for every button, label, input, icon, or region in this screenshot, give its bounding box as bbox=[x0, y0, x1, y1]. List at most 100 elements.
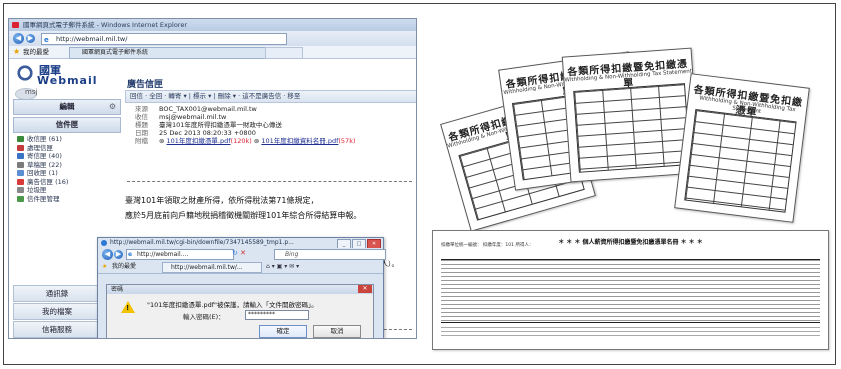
folder-icon bbox=[17, 144, 24, 151]
popup-title-bar: http://webmail.mil.tw/cgi-bin/downfile/7… bbox=[98, 238, 383, 248]
popup-window: http://webmail.mil.tw/cgi-bin/downfile/7… bbox=[97, 237, 386, 338]
popup-tab-label: http://webmail.mil.tw/... bbox=[171, 264, 243, 271]
form-grid bbox=[573, 83, 691, 173]
sheet-footer bbox=[441, 327, 820, 339]
favorites-star-icon[interactable]: ★ bbox=[102, 261, 107, 273]
folder-label: 信件匣管理 bbox=[27, 194, 60, 203]
bottom-nav: 通訊錄我的檔案信箱服務個人設定 bbox=[13, 285, 101, 338]
stop-icon[interactable]: ✕ bbox=[240, 249, 246, 257]
from-value[interactable]: BOC_TAX001@webmail.mil.tw bbox=[159, 105, 257, 113]
attachment-size-2: (57k) bbox=[338, 137, 356, 145]
folder-label: 草稿匣 (22) bbox=[27, 160, 62, 169]
settings-icon[interactable]: ⚙ bbox=[109, 100, 116, 114]
attachment-label: 附檔 bbox=[135, 137, 148, 145]
back-icon[interactable]: ◀ bbox=[102, 249, 113, 260]
message-toolbar[interactable]: 回信 · 全回 · 轉寄 ▾ | 標示 ▾ | 刪除 ▾ · 這不是廣告信 · … bbox=[125, 90, 416, 103]
forward-icon[interactable]: ▶ bbox=[26, 34, 35, 43]
attachment-size-1: (120k) bbox=[230, 137, 252, 145]
ie-page-icon: e bbox=[128, 251, 133, 258]
folder-header[interactable]: 信件匣 bbox=[13, 117, 121, 133]
toolbar-actions[interactable]: 回信 · 全回 · 轉寄 ▾ | 標示 ▾ | 刪除 ▾ · 這不是廣告信 · … bbox=[130, 92, 300, 100]
back-icon[interactable]: ◀ bbox=[13, 33, 24, 44]
withholding-register-sheet: ＊ ＊ ＊ 個人薪資所得扣繳暨免扣繳憑單名冊 ＊ ＊ ＊ 扣繳單位統一編號： 扣… bbox=[432, 230, 829, 350]
folder-icon bbox=[17, 170, 24, 176]
logo-en-text: Webmail bbox=[37, 74, 98, 87]
folder-header-label: 信件匣 bbox=[55, 120, 79, 129]
folder-item[interactable]: 垃圾匣 bbox=[13, 186, 121, 195]
close-icon[interactable]: ✕ bbox=[367, 239, 381, 248]
password-dialog: 密碼 ✕ ! "101年度扣繳憑單.pdf"被保護，請輸入「文件開啟密碼」。 輸… bbox=[106, 284, 374, 338]
folder-item[interactable]: 草稿匣 (22) bbox=[13, 161, 121, 170]
user-name: msj bbox=[25, 88, 38, 96]
ie-nav-bar: ◀ ▶ e http://webmail.mil.tw/ bbox=[9, 31, 416, 46]
favorites-star-icon[interactable]: ★ bbox=[13, 46, 20, 58]
subject-value: 臺灣101年度所得扣繳憑單一財政中心傳送 bbox=[159, 121, 282, 129]
folder-item[interactable]: 回收匣 (1) bbox=[13, 169, 121, 178]
sheet-meta: 扣繳單位統一編號： 扣繳年度：101 所得人： bbox=[441, 243, 534, 248]
popup-address-bar[interactable]: e http://webmail.... bbox=[126, 249, 234, 260]
from-label: 來源 bbox=[135, 105, 148, 113]
favorites-label[interactable]: 我的最愛 bbox=[23, 46, 49, 58]
folder-title: 廣告信匣 bbox=[127, 80, 164, 90]
folder-label: 回收匣 (1) bbox=[27, 169, 58, 177]
sidebar-edit-label: 編輯 bbox=[59, 102, 75, 111]
folder-icon bbox=[17, 187, 24, 193]
sidebar: 編輯 ⚙ 信件匣 收信匣 (61) 處理信匣 寄信匣 (40) 草稿匣 (22) 回收匣… bbox=[13, 99, 121, 203]
search-input[interactable]: Bing bbox=[274, 249, 386, 260]
sidebar-edit-header[interactable]: 編輯 ⚙ bbox=[13, 99, 121, 115]
refresh-icon[interactable]: ↻ bbox=[232, 249, 238, 257]
popup-favorites-bar: ★ 我的最愛 http://webmail.mil.tw/... ⌂ ▾ ▣ ▾… bbox=[98, 261, 383, 274]
minimize-icon[interactable]: _ bbox=[337, 239, 351, 248]
folder-icon bbox=[17, 136, 24, 142]
ok-button[interactable]: 確定 bbox=[259, 325, 307, 338]
attachment-link-1[interactable]: 101年度扣繳憑單.pdf bbox=[167, 137, 231, 145]
password-label: 輸入密碼(E)： bbox=[183, 313, 225, 321]
ie-app-icon bbox=[101, 240, 107, 246]
dialog-close-icon[interactable]: ✕ bbox=[358, 285, 372, 293]
folder-label: 廣告信匣 (16) bbox=[27, 177, 69, 186]
to-value: msj@webmail.mil.tw bbox=[159, 113, 227, 121]
ie-title-bar: 國軍網頁式電子郵件系統 - Windows Internet Explorer bbox=[9, 19, 416, 31]
bottom-nav-item[interactable]: 我的檔案 bbox=[13, 303, 101, 320]
bottom-nav-item[interactable]: 信箱服務 bbox=[13, 321, 101, 338]
folder-item[interactable]: 寄信匣 (40) bbox=[13, 152, 121, 161]
cancel-button[interactable]: 取消 bbox=[313, 325, 361, 338]
dialog-title-bar: 密碼 ✕ bbox=[107, 285, 373, 294]
browser-tab[interactable]: 國軍網頁式電子郵件系統 bbox=[69, 47, 273, 59]
popup-nav-controls[interactable]: ↻ ✕ bbox=[232, 249, 246, 257]
maximize-icon[interactable]: □ bbox=[352, 239, 366, 248]
password-field[interactable]: ********* bbox=[245, 310, 309, 320]
forward-icon[interactable]: ▶ bbox=[114, 250, 123, 259]
folder-item[interactable]: 廣告信匣 (16) bbox=[13, 178, 121, 187]
date-value: 25 Dec 2013 08:20:33 +0800 bbox=[159, 129, 256, 137]
address-bar[interactable]: e http://webmail.mil.tw/ bbox=[41, 33, 287, 45]
ie-window: 國軍網頁式電子郵件系統 - Windows Internet Explorer … bbox=[8, 18, 417, 339]
folder-icon bbox=[17, 178, 24, 185]
subject-label: 標題 bbox=[135, 121, 148, 129]
body-line-2: 應於5月底前向戶籍地稅捐稽徵機關辦理101年綜合所得結算申報。 bbox=[125, 211, 362, 220]
attachment-link-2[interactable]: 101年度扣繳資料名冊.pdf bbox=[261, 137, 338, 145]
to-label: 收信 bbox=[135, 113, 148, 121]
sheet-table bbox=[441, 259, 820, 323]
folder-item[interactable]: 處理信匣 bbox=[13, 144, 121, 153]
folder-icon bbox=[17, 153, 24, 159]
address-text: http://webmail.mil.tw/ bbox=[56, 35, 128, 43]
popup-favorites-label[interactable]: 我的最愛 bbox=[112, 261, 136, 273]
dialog-message: "101年度扣繳憑單.pdf"被保護，請輸入「文件開啟密碼」。 bbox=[147, 301, 318, 309]
divider bbox=[127, 181, 412, 182]
new-tab-button[interactable] bbox=[265, 47, 303, 59]
bottom-nav-item[interactable]: 通訊錄 bbox=[13, 285, 101, 302]
folder-label: 寄信匣 (40) bbox=[27, 152, 62, 160]
search-placeholder: Bing bbox=[285, 251, 299, 258]
tax-form-right: 各類所得扣繳暨免扣繳憑單 Withholding & Non-Withholdi… bbox=[674, 73, 810, 223]
webmail-logo: 國軍 Webmail msj bbox=[13, 62, 123, 100]
folder-item[interactable]: 信件匣管理 bbox=[13, 195, 121, 204]
warning-mark: ! bbox=[126, 304, 130, 312]
ie-window-title: 國軍網頁式電子郵件系統 - Windows Internet Explorer bbox=[23, 21, 187, 29]
popup-toolbar-icons[interactable]: ⌂ ▾ ▣ ▾ ✉ ▾ bbox=[266, 261, 299, 273]
folder-item[interactable]: 收信匣 (61) bbox=[13, 135, 121, 144]
popup-tab[interactable]: http://webmail.mil.tw/... bbox=[162, 262, 262, 273]
browser-tab-label: 國軍網頁式電子郵件系統 bbox=[82, 49, 149, 56]
date-label: 日期 bbox=[135, 129, 148, 137]
dialog-title: 密碼 bbox=[111, 286, 124, 293]
